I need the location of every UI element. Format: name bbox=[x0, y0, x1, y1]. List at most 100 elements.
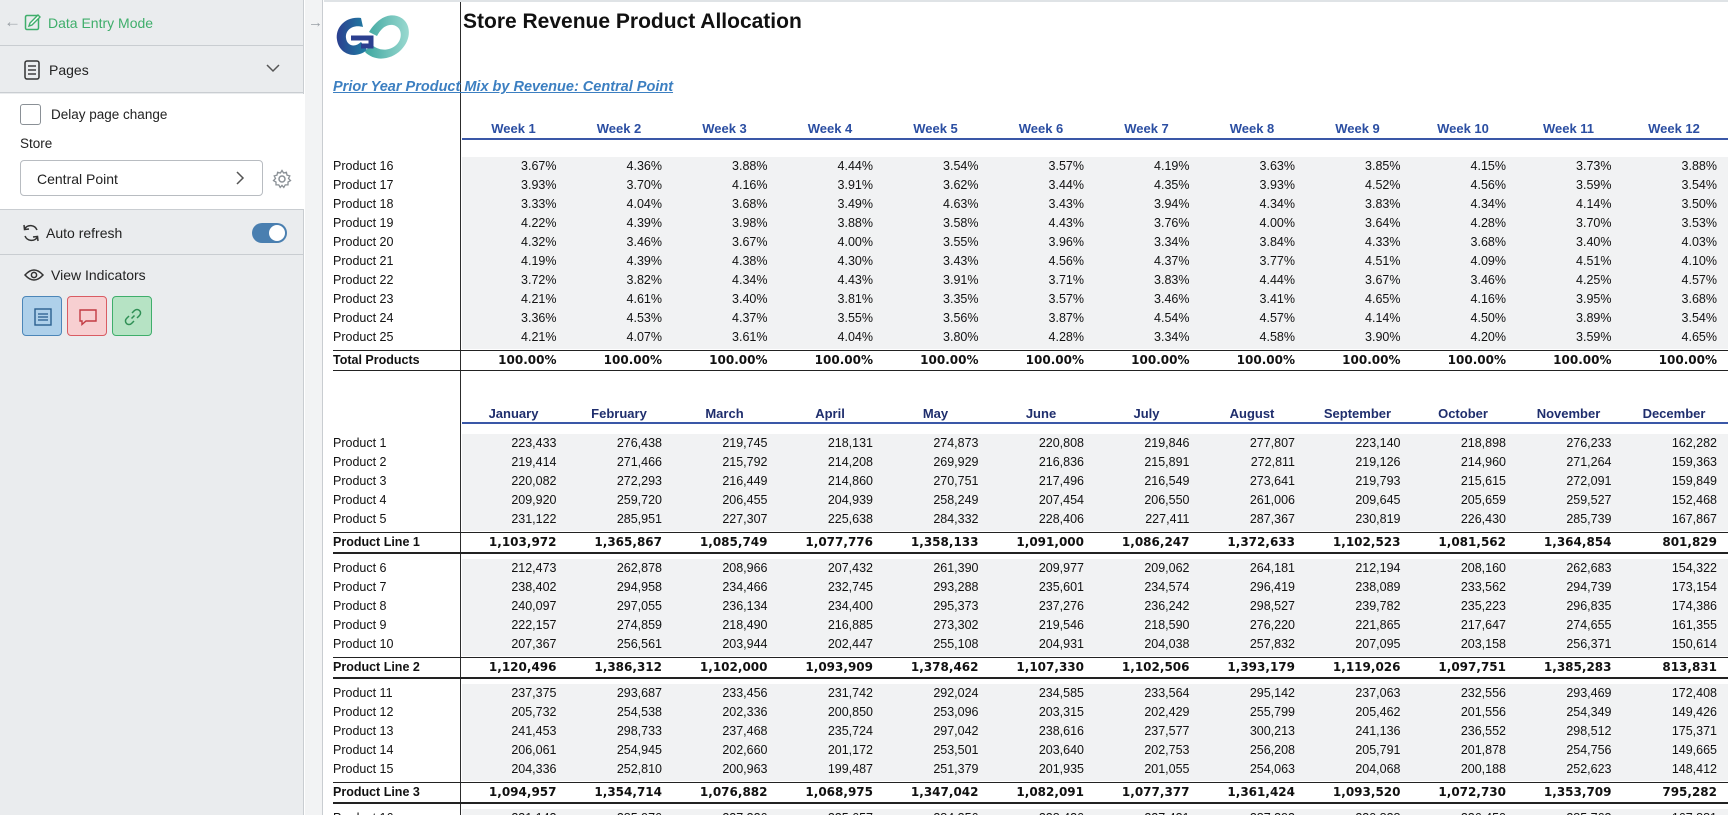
data-cell[interactable]: 208,966 bbox=[668, 561, 767, 575]
data-cell[interactable]: 3.55% bbox=[773, 311, 873, 325]
data-cell[interactable]: 173,154 bbox=[1617, 580, 1717, 594]
data-cell[interactable]: 205,732 bbox=[457, 705, 556, 719]
data-cell[interactable]: 276,233 bbox=[1512, 436, 1611, 450]
data-cell[interactable]: 227,307 bbox=[668, 512, 767, 526]
data-cell[interactable]: 258,249 bbox=[879, 493, 978, 507]
data-cell[interactable]: 298,512 bbox=[1512, 724, 1611, 738]
data-cell[interactable]: 209,062 bbox=[1090, 561, 1189, 575]
data-cell[interactable]: 4.34% bbox=[1195, 197, 1295, 211]
data-cell[interactable]: 292,024 bbox=[879, 686, 978, 700]
data-cell[interactable]: 237,577 bbox=[1090, 724, 1189, 738]
data-cell[interactable]: 4.57% bbox=[1195, 311, 1295, 325]
data-cell[interactable]: 3.34% bbox=[1090, 330, 1189, 344]
data-cell[interactable]: 284,332 bbox=[879, 512, 978, 526]
data-cell[interactable]: 231,122 bbox=[457, 512, 556, 526]
data-cell[interactable]: 4.32% bbox=[457, 235, 556, 249]
data-cell[interactable]: 4.30% bbox=[773, 254, 873, 268]
data-cell[interactable]: 293,288 bbox=[879, 580, 978, 594]
data-cell[interactable]: 3.57% bbox=[984, 159, 1084, 173]
data-cell[interactable]: 161,355 bbox=[1617, 618, 1717, 632]
data-cell[interactable]: 149,426 bbox=[1617, 705, 1717, 719]
data-cell[interactable]: 4.33% bbox=[1301, 235, 1400, 249]
data-cell[interactable]: 216,836 bbox=[984, 455, 1084, 469]
data-cell[interactable]: 200,963 bbox=[668, 762, 767, 776]
data-cell[interactable]: 4.03% bbox=[1617, 235, 1717, 249]
auto-refresh-toggle[interactable] bbox=[252, 223, 287, 243]
data-cell[interactable]: 4.53% bbox=[562, 311, 662, 325]
data-cell[interactable]: 207,367 bbox=[457, 637, 556, 651]
data-cell[interactable]: 4.09% bbox=[1406, 254, 1506, 268]
data-cell[interactable]: 226,450 bbox=[1406, 811, 1506, 815]
data-cell[interactable]: 3.91% bbox=[773, 178, 873, 192]
data-cell[interactable]: 3.35% bbox=[879, 292, 978, 306]
data-cell[interactable]: 240,097 bbox=[457, 599, 556, 613]
data-cell[interactable]: 293,469 bbox=[1512, 686, 1611, 700]
data-cell[interactable]: 262,683 bbox=[1512, 561, 1611, 575]
data-cell[interactable]: 218,131 bbox=[773, 436, 873, 450]
data-cell[interactable]: 253,501 bbox=[879, 743, 978, 757]
data-cell[interactable]: 235,724 bbox=[773, 724, 873, 738]
data-cell[interactable]: 3.46% bbox=[1406, 273, 1506, 287]
data-cell[interactable]: 4.38% bbox=[668, 254, 767, 268]
data-cell[interactable]: 255,108 bbox=[879, 637, 978, 651]
data-cell[interactable]: 217,496 bbox=[984, 474, 1084, 488]
store-select[interactable]: Central Point bbox=[20, 160, 263, 196]
data-cell[interactable]: 148,412 bbox=[1617, 762, 1717, 776]
data-cell[interactable]: 285,763 bbox=[1512, 811, 1611, 815]
data-cell[interactable]: 259,720 bbox=[562, 493, 662, 507]
data-cell[interactable]: 3.70% bbox=[1512, 216, 1611, 230]
data-cell[interactable]: 202,753 bbox=[1090, 743, 1189, 757]
data-cell[interactable]: 204,939 bbox=[773, 493, 873, 507]
data-cell[interactable]: 274,873 bbox=[879, 436, 978, 450]
data-cell[interactable]: 212,473 bbox=[457, 561, 556, 575]
data-cell[interactable]: 273,641 bbox=[1195, 474, 1295, 488]
data-cell[interactable]: 264,181 bbox=[1195, 561, 1295, 575]
data-cell[interactable]: 3.54% bbox=[879, 159, 978, 173]
data-cell[interactable]: 219,793 bbox=[1301, 474, 1400, 488]
data-cell[interactable]: 228,406 bbox=[984, 512, 1084, 526]
data-cell[interactable]: 228,426 bbox=[984, 811, 1084, 815]
data-cell[interactable]: 259,527 bbox=[1512, 493, 1611, 507]
data-cell[interactable]: 3.72% bbox=[457, 273, 556, 287]
data-cell[interactable]: 214,208 bbox=[773, 455, 873, 469]
data-cell[interactable]: 3.70% bbox=[562, 178, 662, 192]
report-subtitle-link[interactable]: Prior Year Product Mix by Revenue: Centr… bbox=[333, 79, 673, 95]
data-cell[interactable]: 202,660 bbox=[668, 743, 767, 757]
data-cell[interactable]: 4.37% bbox=[668, 311, 767, 325]
data-cell[interactable]: 298,527 bbox=[1195, 599, 1295, 613]
data-cell[interactable]: 203,158 bbox=[1406, 637, 1506, 651]
data-cell[interactable]: 3.88% bbox=[668, 159, 767, 173]
data-cell[interactable]: 4.21% bbox=[457, 330, 556, 344]
data-cell[interactable]: 3.54% bbox=[1617, 311, 1717, 325]
data-cell[interactable]: 271,264 bbox=[1512, 455, 1611, 469]
data-cell[interactable]: 3.94% bbox=[1090, 197, 1189, 211]
data-cell[interactable]: 236,134 bbox=[668, 599, 767, 613]
data-cell[interactable]: 238,089 bbox=[1301, 580, 1400, 594]
data-cell[interactable]: 4.65% bbox=[1301, 292, 1400, 306]
data-cell[interactable]: 204,038 bbox=[1090, 637, 1189, 651]
data-cell[interactable]: 4.19% bbox=[457, 254, 556, 268]
data-cell[interactable]: 3.41% bbox=[1195, 292, 1295, 306]
data-cell[interactable]: 256,561 bbox=[562, 637, 662, 651]
data-cell[interactable]: 3.82% bbox=[562, 273, 662, 287]
data-cell[interactable]: 295,373 bbox=[879, 599, 978, 613]
data-cell[interactable]: 3.59% bbox=[1512, 330, 1611, 344]
data-cell[interactable]: 3.46% bbox=[562, 235, 662, 249]
data-cell[interactable]: 273,302 bbox=[879, 618, 978, 632]
data-cell[interactable]: 3.46% bbox=[1090, 292, 1189, 306]
data-cell[interactable]: 4.04% bbox=[562, 197, 662, 211]
data-cell[interactable]: 231,742 bbox=[773, 686, 873, 700]
data-cell[interactable]: 239,782 bbox=[1301, 599, 1400, 613]
data-cell[interactable]: 4.44% bbox=[1195, 273, 1295, 287]
data-cell[interactable]: 234,466 bbox=[668, 580, 767, 594]
data-cell[interactable]: 4.20% bbox=[1406, 330, 1506, 344]
data-cell[interactable]: 254,756 bbox=[1512, 743, 1611, 757]
data-cell[interactable]: 207,095 bbox=[1301, 637, 1400, 651]
data-cell[interactable]: 232,745 bbox=[773, 580, 873, 594]
data-cell[interactable]: 3.33% bbox=[457, 197, 556, 211]
data-cell[interactable]: 154,322 bbox=[1617, 561, 1717, 575]
data-cell[interactable]: 287,367 bbox=[1195, 512, 1295, 526]
gear-icon[interactable] bbox=[272, 169, 292, 189]
data-cell[interactable]: 287,392 bbox=[1195, 811, 1295, 815]
data-cell[interactable]: 4.21% bbox=[457, 292, 556, 306]
